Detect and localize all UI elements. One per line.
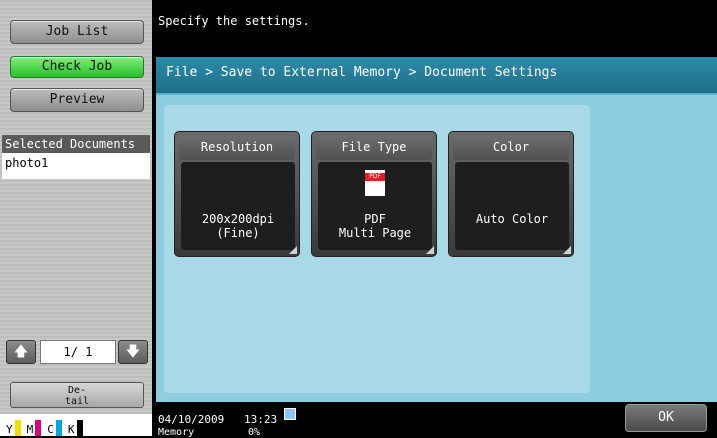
breadcrumb: File > Save to External Memory > Documen…: [156, 57, 717, 95]
arrow-up-icon: 🡅: [13, 344, 29, 360]
instruction-message: Specify the settings.: [152, 0, 717, 50]
resolution-line2: (Fine): [216, 226, 260, 240]
toner-label: M: [26, 423, 34, 436]
settings-area: Resolution 200x200dpi (Fine) File Type P…: [164, 105, 590, 393]
resolution-tile[interactable]: Resolution 200x200dpi (Fine): [174, 131, 300, 257]
toner-bar: [35, 420, 42, 436]
corner-indicator: [563, 246, 571, 254]
page-current: 1/: [63, 345, 78, 359]
resolution-line1: 200x200dpi: [201, 212, 275, 226]
page-total: 1: [85, 345, 93, 359]
document-item[interactable]: photo1: [5, 156, 48, 170]
toner-black: K: [68, 420, 83, 436]
toner-bar: [14, 420, 21, 436]
detail-button[interactable]: De- tail: [10, 382, 144, 408]
file-type-line2: Multi Page: [338, 226, 412, 240]
resolution-title: Resolution: [179, 136, 295, 160]
toner-label: Y: [6, 423, 13, 436]
corner-indicator: [289, 246, 297, 254]
color-value: Auto Color: [455, 162, 569, 250]
page-down-button[interactable]: 🡇: [118, 340, 148, 364]
toner-yellow: Y: [6, 420, 21, 436]
network-icon: [284, 408, 296, 420]
toner-label: K: [67, 423, 75, 436]
file-type-value: PDF PDF Multi Page: [318, 162, 432, 250]
color-value-text: Auto Color: [475, 212, 549, 226]
selected-documents-header: Selected Documents: [2, 135, 150, 153]
toner-magenta: M: [27, 420, 42, 436]
toner-levels: Y M C K: [0, 414, 152, 436]
memory-label: Memory: [158, 427, 195, 438]
main-panel: File > Save to External Memory > Documen…: [156, 57, 717, 402]
color-tile[interactable]: Color Auto Color: [448, 131, 574, 257]
toner-bar: [55, 420, 62, 436]
color-title: Color: [453, 136, 569, 160]
arrow-down-icon: 🡇: [125, 344, 141, 360]
detail-label-line2: tail: [64, 396, 90, 407]
file-type-line1: PDF: [364, 212, 386, 226]
left-panel: Job List Check Job Preview Selected Docu…: [0, 0, 152, 436]
status-time: 13:23: [244, 413, 278, 426]
page-up-button[interactable]: 🡅: [6, 340, 36, 364]
memory-value: 0%: [248, 427, 261, 438]
toner-bar: [76, 420, 83, 436]
ok-button[interactable]: OK: [625, 404, 707, 432]
page-indicator: 1/ 1: [40, 340, 116, 364]
resolution-value: 200x200dpi (Fine): [181, 162, 295, 250]
status-date: 04/10/2009: [158, 413, 225, 426]
selected-documents-list[interactable]: photo1: [2, 153, 150, 179]
corner-indicator: [426, 246, 434, 254]
file-type-tile[interactable]: File Type PDF PDF Multi Page: [311, 131, 437, 257]
toner-cyan: C: [47, 420, 62, 436]
check-job-button[interactable]: Check Job: [10, 56, 144, 78]
pdf-icon: PDF: [365, 170, 385, 196]
toner-label: C: [47, 423, 54, 436]
preview-button[interactable]: Preview: [10, 88, 144, 112]
pdf-icon-label: PDF: [365, 173, 385, 181]
detail-label-line1: De-: [67, 385, 87, 396]
file-type-title: File Type: [316, 136, 432, 160]
job-list-button[interactable]: Job List: [10, 20, 144, 44]
